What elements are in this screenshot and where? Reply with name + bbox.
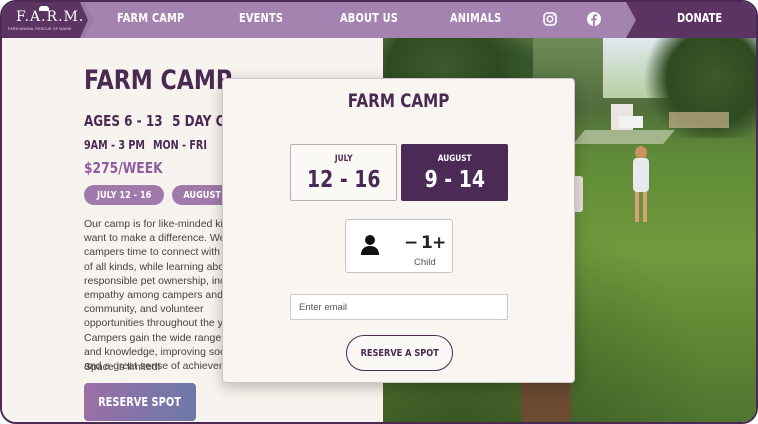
logo-text: F.A.R.M. [16, 9, 85, 25]
photo-girl-body [633, 158, 649, 192]
nav-item-about-us[interactable]: ABOUT US [340, 11, 398, 25]
limited-notice: Space is limited! [84, 361, 161, 373]
nav-item-events[interactable]: EVENTS [239, 11, 283, 25]
instagram-icon[interactable] [542, 11, 558, 27]
session-pill-july[interactable]: JULY 12 - 16 [84, 185, 164, 205]
reservation-modal: FARM CAMP JULY 12 - 16 AUGUST 9 - 14 − 1… [222, 78, 575, 383]
date-august-range: 9 - 14 [424, 167, 485, 193]
page-frame: FARM CAMP AGES 6 - 13 5 DAY CAMP 9AM - 3 … [0, 0, 758, 424]
person-icon [361, 235, 379, 255]
reserve-a-spot-button[interactable]: RESERVE A SPOT [346, 335, 453, 371]
hours-text: 9AM - 3 PM [84, 138, 145, 152]
facebook-icon[interactable] [586, 11, 602, 27]
reserve-spot-button[interactable]: RESERVE SPOT [84, 383, 196, 421]
session-pill-july-label: JULY 12 - 16 [96, 189, 152, 201]
photo-path [573, 130, 675, 144]
child-counter: − 1 + Child [345, 219, 453, 273]
donate-label: DONATE [677, 11, 723, 25]
ages-text: AGES 6 - 13 [84, 112, 163, 130]
donate-button[interactable]: DONATE [626, 2, 756, 38]
top-nav: F.A.R.M. FARM ANIMAL RESCUE OF MAINE FAR… [2, 2, 756, 38]
date-option-august[interactable]: AUGUST 9 - 14 [401, 144, 508, 201]
nav-item-farm-camp[interactable]: FARM CAMP [117, 11, 184, 25]
email-field[interactable] [290, 294, 508, 320]
modal-title: FARM CAMP [223, 90, 574, 112]
photo-tent [619, 116, 643, 128]
days-text: MON - FRI [152, 138, 207, 152]
logo-subtitle: FARM ANIMAL RESCUE OF MAINE [8, 27, 72, 31]
decrement-button[interactable]: − [404, 233, 418, 253]
date-july-month: JULY [334, 154, 353, 164]
nav-item-animals[interactable]: ANIMALS [450, 11, 501, 25]
child-label: Child [414, 257, 436, 268]
date-august-month: AUGUST [437, 154, 472, 164]
reserve-a-spot-label: RESERVE A SPOT [360, 347, 439, 359]
modal-title-text: FARM CAMP [347, 90, 450, 112]
price-text: $275/WEEK [84, 159, 163, 177]
page-title: FARM CAMP [84, 65, 233, 96]
date-option-july[interactable]: JULY 12 - 16 [290, 144, 397, 201]
increment-button[interactable]: + [432, 233, 446, 253]
photo-girl-legs [635, 192, 647, 222]
logo[interactable]: F.A.R.M. FARM ANIMAL RESCUE OF MAINE [2, 2, 88, 38]
reserve-spot-label: RESERVE SPOT [98, 395, 182, 409]
photo-fence [669, 112, 729, 128]
date-july-range: 12 - 16 [306, 167, 381, 193]
schedule-line: 9AM - 3 PM MON - FRI [84, 138, 207, 152]
